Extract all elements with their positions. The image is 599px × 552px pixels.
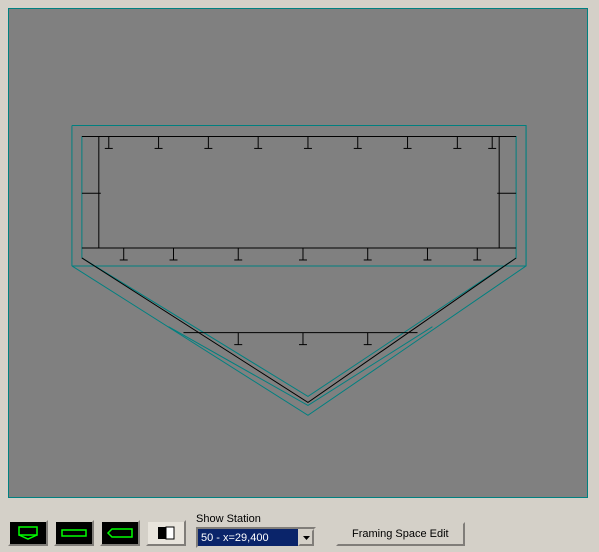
view-front-icon [13,525,43,541]
view-mode-button[interactable] [146,520,186,546]
show-station-group: Show Station 50 - x=29,400 [196,513,316,548]
hull-section-drawing [9,9,587,497]
view-top-button[interactable] [100,520,140,546]
view-side-button[interactable] [54,520,94,546]
drawing-viewport[interactable] [8,8,588,498]
bottom-toolbar: Show Station 50 - x=29,400 Framing Space… [8,504,592,548]
station-select[interactable]: 50 - x=29,400 [196,527,316,548]
dropdown-button[interactable] [298,529,314,546]
view-side-icon [59,525,89,541]
view-front-button[interactable] [8,520,48,546]
view-mode-icon [154,525,178,541]
chevron-down-icon [303,536,310,540]
show-station-label: Show Station [196,513,316,525]
station-select-value: 50 - x=29,400 [198,529,298,546]
view-top-icon [105,525,135,541]
framing-space-edit-button[interactable]: Framing Space Edit [336,522,465,546]
framing-space-edit-label: Framing Space Edit [352,528,449,540]
